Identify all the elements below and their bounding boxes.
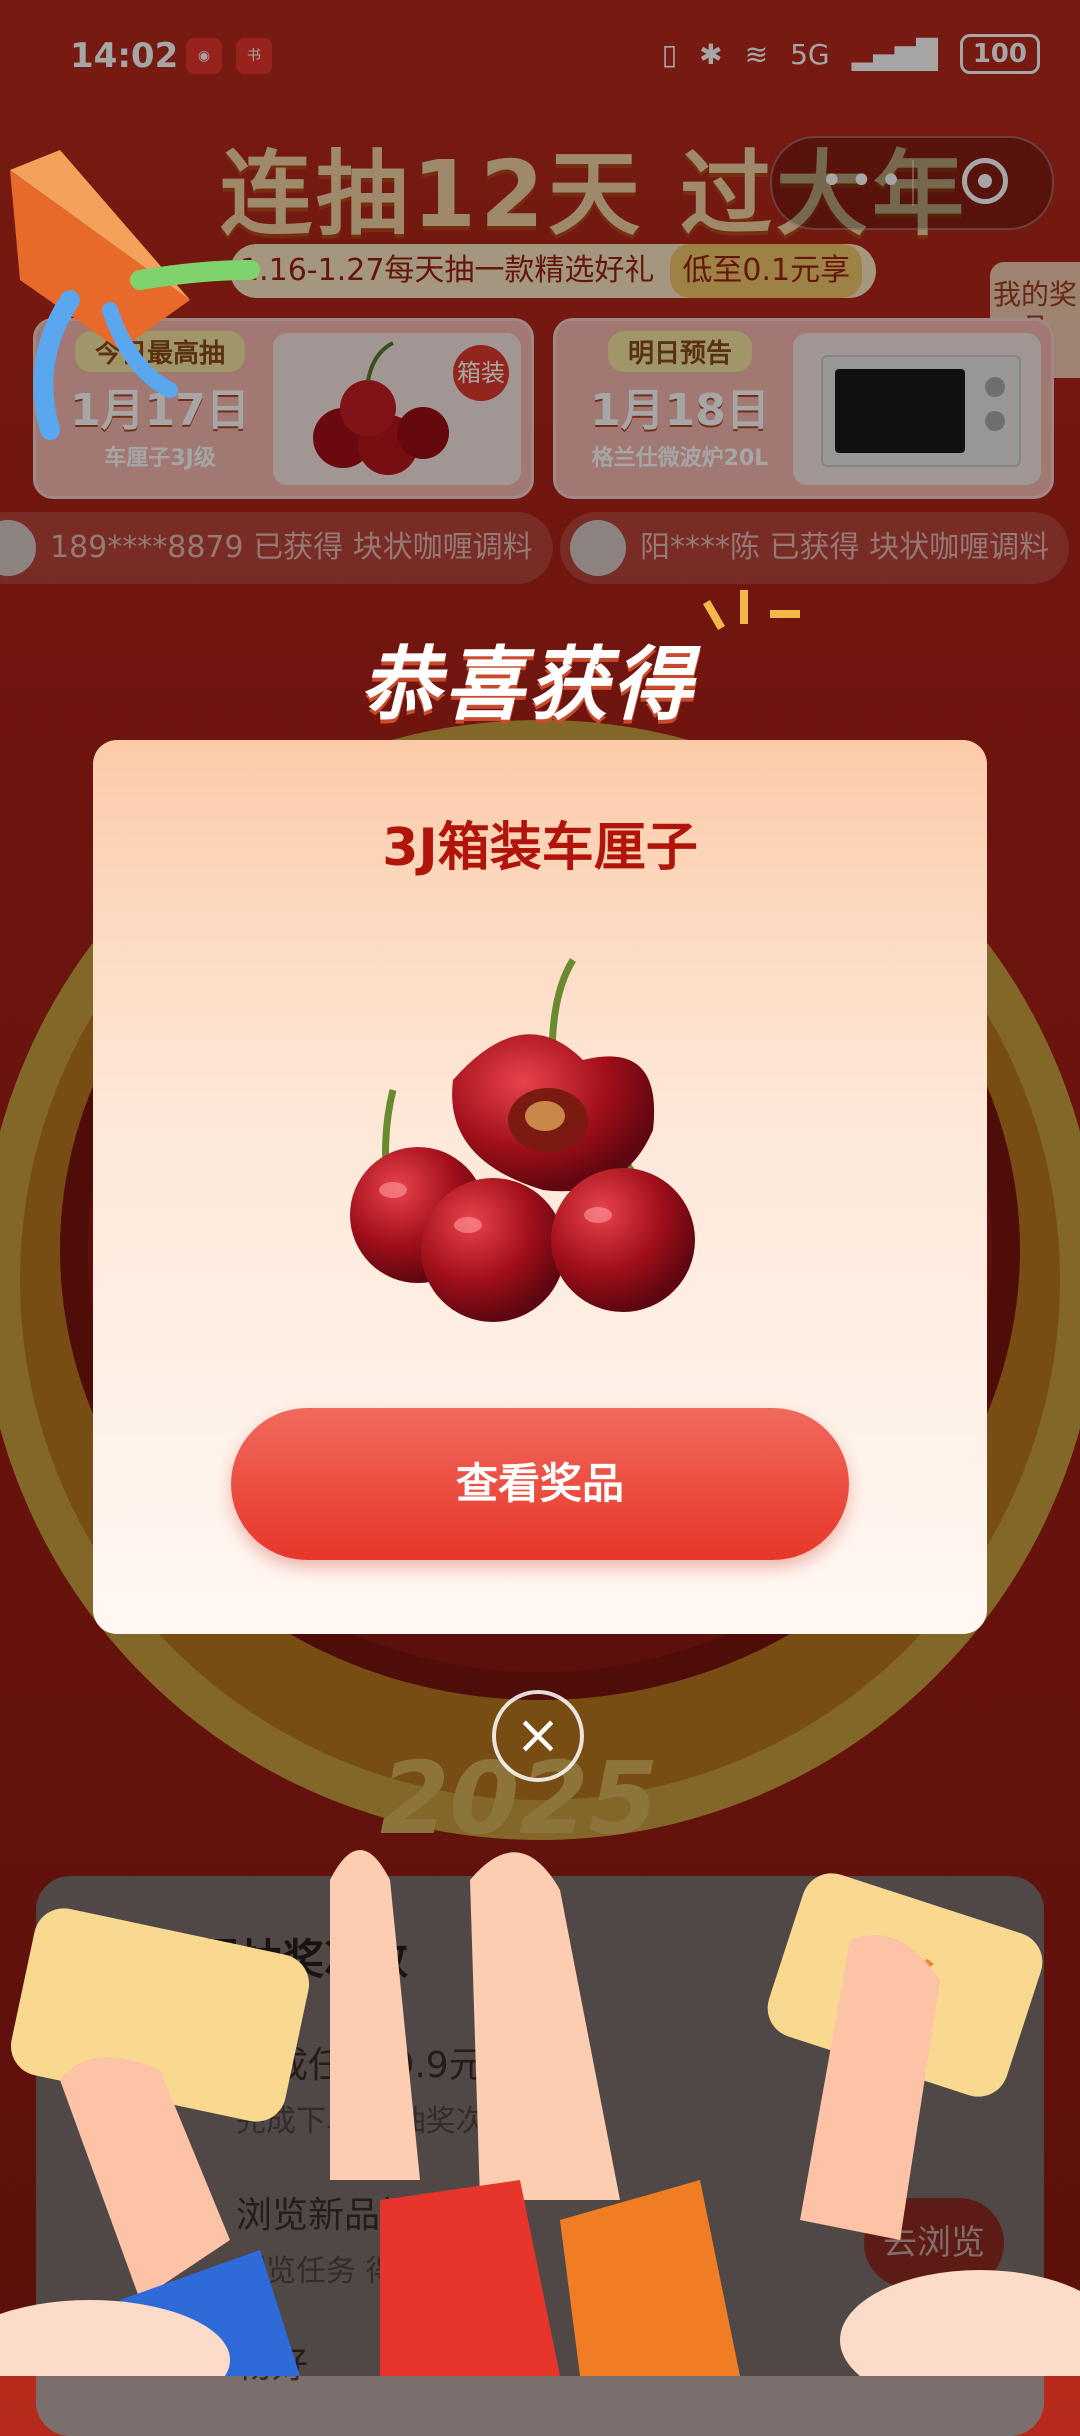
congrats-heading: 恭喜获得 (360, 638, 696, 731)
prize-name: 3J箱装车厘子 (382, 818, 698, 878)
cherry-image (350, 958, 695, 1322)
close-icon[interactable]: × (515, 1703, 560, 1766)
close-modal-button[interactable]: × (492, 1690, 584, 1782)
celebration-hands-illustration: 券 (0, 1850, 1080, 2376)
view-prize-button[interactable]: 查看奖品 (231, 1408, 849, 1560)
party-popper-icon (10, 150, 260, 440)
sparkle-icon (703, 590, 800, 630)
prize-modal: 3J箱装车厘子 查看奖品 (93, 740, 987, 1634)
